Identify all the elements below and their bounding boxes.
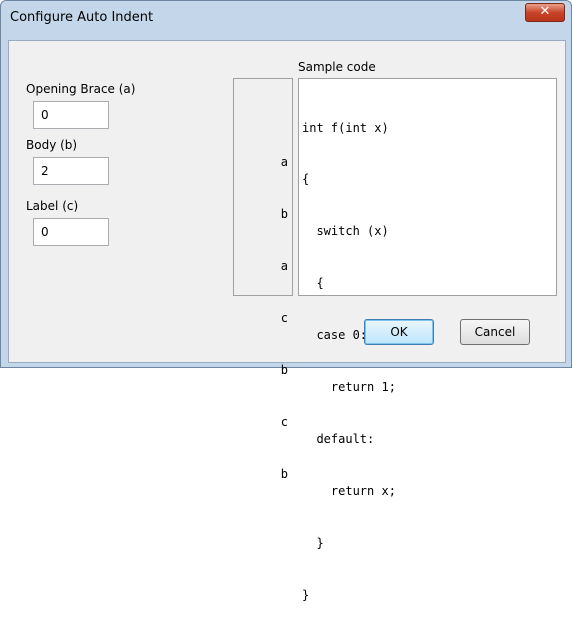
opening-brace-label: Opening Brace (a) (26, 82, 136, 96)
body-label: Body (b) (26, 138, 78, 152)
sample-code-box: int f(int x) { switch (x) { case 0: retu… (298, 78, 557, 602)
title-bar[interactable]: Configure Auto Indent ✕ (1, 1, 571, 35)
code-line: { (302, 172, 310, 187)
label-label: Label (c) (26, 199, 79, 213)
code-line: return x; (302, 483, 396, 498)
code-line: } (302, 587, 310, 602)
ok-button[interactable]: OK (364, 319, 434, 345)
dialog-title: Configure Auto Indent (10, 10, 154, 25)
gutter-marker: b (280, 362, 288, 377)
gutter-marker: c (280, 310, 288, 325)
cancel-button[interactable]: Cancel (460, 319, 530, 345)
code-line: default: (302, 431, 375, 446)
code-line: int f(int x) (302, 120, 389, 135)
gutter-marker: b (280, 207, 288, 222)
gutter-marker: a (280, 258, 288, 273)
code-lines: int f(int x) { switch (x) { case 0: retu… (302, 85, 396, 639)
opening-brace-input[interactable]: 0 (33, 101, 109, 129)
code-line: return 1; (302, 380, 396, 395)
indent-marker-gutter: a b a c b c b (233, 78, 293, 481)
label-input[interactable]: 0 (33, 218, 109, 246)
sample-code-label: Sample code (298, 60, 376, 74)
code-line: switch (x) (302, 224, 389, 239)
gutter-marker: a (280, 155, 288, 170)
close-button[interactable]: ✕ (525, 3, 565, 22)
close-icon: ✕ (539, 4, 551, 19)
gutter-marker: b (280, 466, 288, 481)
code-line: } (302, 535, 324, 550)
gutter-marker: c (280, 414, 288, 429)
code-line: { (302, 276, 324, 291)
body-input[interactable]: 2 (33, 157, 109, 185)
gutter-lines: a b a c b c b (259, 85, 288, 587)
